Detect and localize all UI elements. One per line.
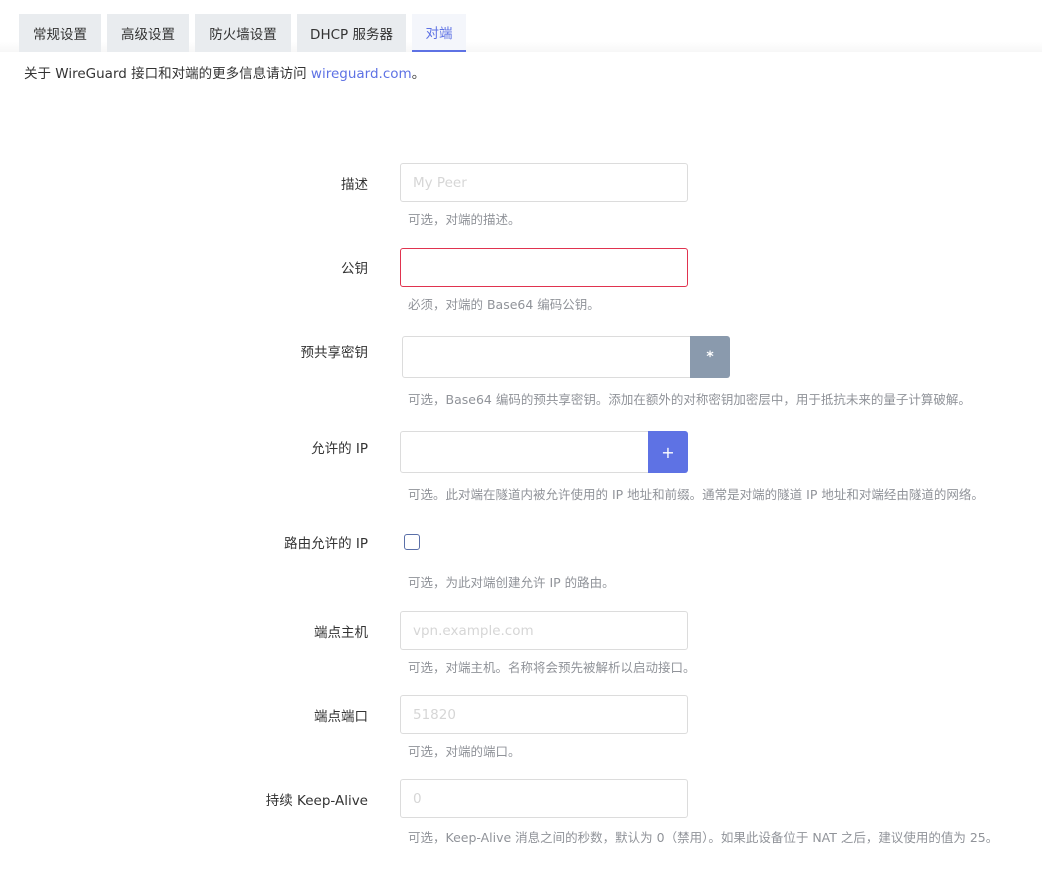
route-allowed-ips-label: 路由允许的 IP — [284, 536, 368, 552]
endpoint-port-hint: 可选，对端的端口。 — [408, 744, 521, 759]
generate-key-button[interactable]: * — [690, 336, 730, 378]
info-suffix: 。 — [411, 66, 426, 82]
allowed-ips-hint: 可选。此对端在隧道内被允许使用的 IP 地址和前缀。通常是对端的隧道 IP 地址… — [408, 487, 984, 502]
endpoint-host-label: 端点主机 — [314, 625, 368, 641]
endpoint-host-input[interactable] — [400, 611, 688, 650]
description-label: 描述 — [341, 177, 368, 193]
wireguard-link[interactable]: wireguard.com — [311, 66, 412, 82]
add-allowed-ip-button[interactable]: + — [648, 431, 688, 473]
endpoint-port-label: 端点端口 — [314, 709, 368, 725]
keepalive-label: 持续 Keep-Alive — [265, 793, 368, 809]
preshared-key-label: 预共享密钥 — [300, 345, 369, 361]
public-key-label: 公钥 — [341, 261, 368, 277]
endpoint-host-hint: 可选，对端主机。名称将会预先被解析以启动接口。 — [408, 660, 696, 675]
tab-firewall[interactable]: 防火墙设置 — [195, 14, 291, 52]
public-key-hint: 必须，对端的 Base64 编码公钥。 — [408, 297, 600, 312]
allowed-ips-input[interactable] — [400, 431, 650, 473]
tab-general[interactable]: 常规设置 — [19, 14, 101, 52]
description-input[interactable] — [400, 163, 688, 202]
route-allowed-ips-checkbox[interactable] — [404, 534, 420, 550]
route-allowed-ips-hint: 可选，为此对端创建允许 IP 的路由。 — [408, 575, 615, 590]
info-text: 关于 WireGuard 接口和对端的更多信息请访问 wireguard.com… — [24, 62, 425, 82]
keepalive-hint: 可选，Keep-Alive 消息之间的秒数，默认为 0（禁用）。如果此设备位于 … — [408, 830, 999, 845]
allowed-ips-label: 允许的 IP — [311, 441, 368, 457]
tab-peers[interactable]: 对端 — [412, 14, 466, 52]
description-hint: 可选，对端的描述。 — [408, 212, 521, 227]
tab-bar: 常规设置 高级设置 防火墙设置 DHCP 服务器 对端 — [0, 0, 1042, 52]
info-prefix: 关于 WireGuard 接口和对端的更多信息请访问 — [24, 66, 311, 82]
endpoint-port-input[interactable] — [400, 695, 688, 734]
preshared-key-input[interactable] — [402, 336, 692, 378]
keepalive-input[interactable] — [400, 779, 688, 818]
public-key-input[interactable] — [400, 248, 688, 287]
preshared-key-hint: 可选，Base64 编码的预共享密钥。添加在额外的对称密钥加密层中，用于抵抗未来… — [408, 392, 971, 407]
tab-dhcp[interactable]: DHCP 服务器 — [297, 14, 406, 52]
tab-advanced[interactable]: 高级设置 — [107, 14, 189, 52]
